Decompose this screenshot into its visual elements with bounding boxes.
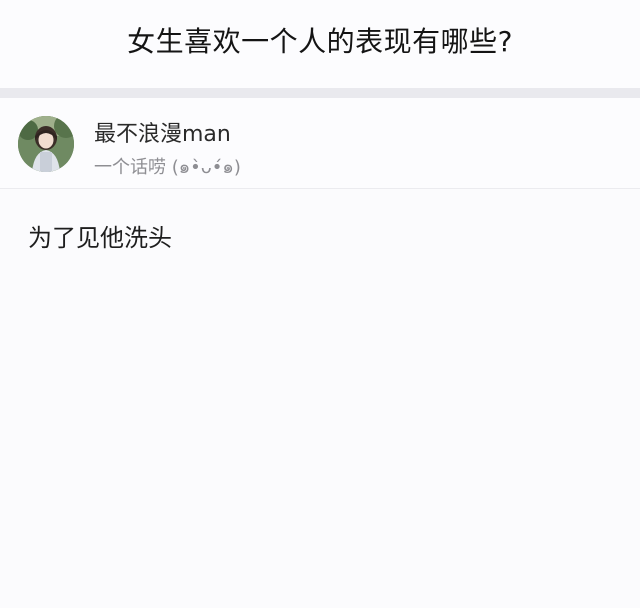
avatar[interactable]: [18, 116, 74, 172]
author-bio: 一个话唠 (๑•̀ᴗ•́๑): [94, 157, 241, 178]
author-bar[interactable]: 最不浪漫man 一个话唠 (๑•̀ᴗ•́๑): [0, 98, 640, 189]
author-name[interactable]: 最不浪漫man: [94, 116, 231, 148]
answer-text: 为了见他洗头: [28, 224, 172, 252]
section-divider: [0, 88, 640, 98]
avatar-photo-icon: [18, 116, 74, 172]
question-header: 女生喜欢一个人的表现有哪些?: [0, 0, 640, 88]
question-title[interactable]: 女生喜欢一个人的表现有哪些?: [127, 20, 513, 60]
